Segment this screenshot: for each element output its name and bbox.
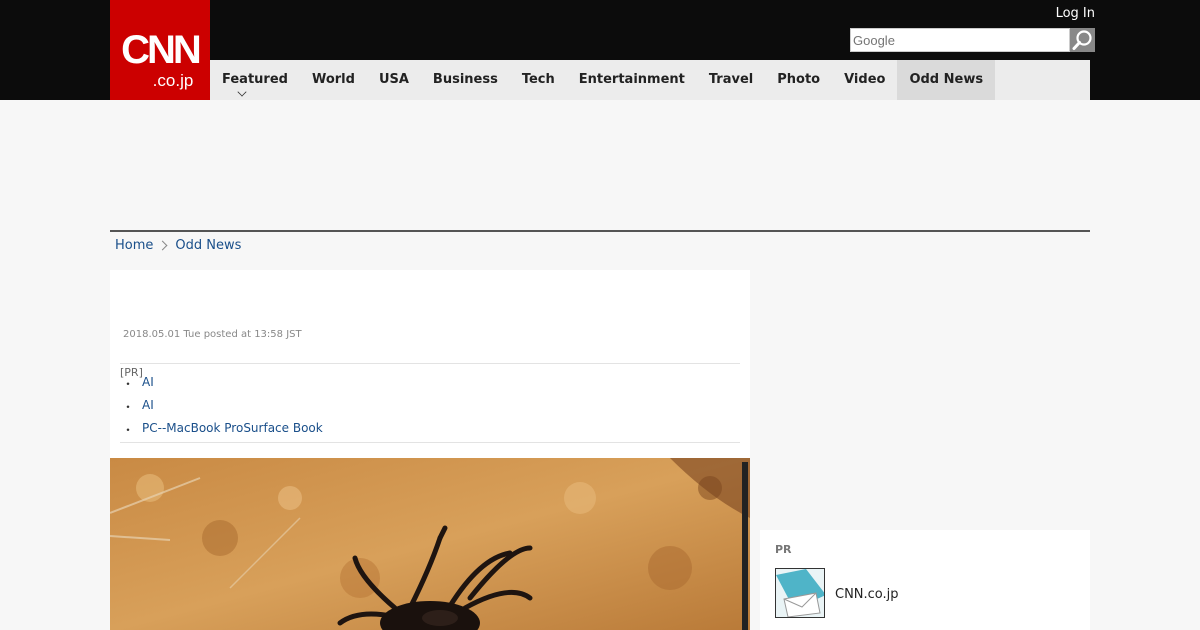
bullet: ・ [122,377,135,391]
sidebar-pr-box: PR CNN.co.jp [760,530,1090,630]
nav-label: USA [378,72,409,87]
nav-video[interactable]: Video [832,60,897,100]
article-photo [110,458,750,630]
photo-credit-strip [742,462,748,630]
pr-link[interactable]: ・ AI [122,375,154,392]
nav-business[interactable]: Business [421,60,510,100]
nav-label: Odd News [909,72,984,87]
nav-photo[interactable]: Photo [765,60,832,100]
login-link[interactable]: Log In [1056,6,1095,21]
nav-label: Video [844,72,886,87]
pr-link[interactable]: ・ PC--MacBook ProSurface Book [122,421,323,438]
bullet: ・ [122,400,135,414]
article-dateline: 2018.05.01 Tue posted at 13:58 JST [123,329,302,340]
pr-link-text: AI [142,375,154,389]
search-icon [1072,30,1092,50]
breadcrumb-home[interactable]: Home [115,238,153,253]
nav-entertainment[interactable]: Entertainment [567,60,697,100]
pr-link-text: AI [142,398,154,412]
chevron-right-icon [157,240,168,251]
nav-label: Photo [777,72,821,87]
chevron-down-icon [237,87,247,97]
search-button[interactable] [1070,28,1095,52]
article-card: 2018.05.01 Tue posted at 13:58 JST [PR] … [110,270,750,630]
pr-thumbnail[interactable] [775,568,825,618]
nav-label: Tech [521,72,555,87]
nav-usa[interactable]: USA [367,60,421,100]
pr-item-text[interactable]: CNN.co.jp [835,587,899,602]
main-nav: Featured World USA Business Tech Enterta… [210,60,1090,100]
search-input[interactable] [850,28,1070,52]
pr-links-box: [PR] ・ AI ・ AI ・ PC--MacBook ProSurface … [120,363,740,443]
nav-label: Travel [708,72,754,87]
mail-device-icon [776,569,824,617]
breadcrumb-current[interactable]: Odd News [175,238,241,253]
bullet: ・ [122,423,135,437]
logo-sub-text: .co.jp [152,71,194,90]
nav-travel[interactable]: Travel [697,60,765,100]
nav-featured[interactable]: Featured [210,60,300,100]
breadcrumb: Home Odd News [115,238,241,253]
top-header: CNN .co.jp Log In Featured World USA Bus… [0,0,1200,100]
nav-tech[interactable]: Tech [510,60,567,100]
nav-odd-news[interactable]: Odd News [897,60,996,100]
pr-link[interactable]: ・ AI [122,398,154,415]
logo-main-text: CNN [121,28,202,72]
nav-label: Entertainment [578,72,685,87]
nav-label: Business [432,72,498,87]
spider-photo-image [110,458,750,630]
nav-label: World [311,72,355,87]
sidebar-pr-label: PR [775,543,792,556]
section-divider [110,230,1090,232]
cnn-logo[interactable]: CNN .co.jp [110,0,210,100]
pr-link-text: PC--MacBook ProSurface Book [142,421,323,435]
nav-world[interactable]: World [300,60,367,100]
nav-label: Featured [222,72,288,87]
